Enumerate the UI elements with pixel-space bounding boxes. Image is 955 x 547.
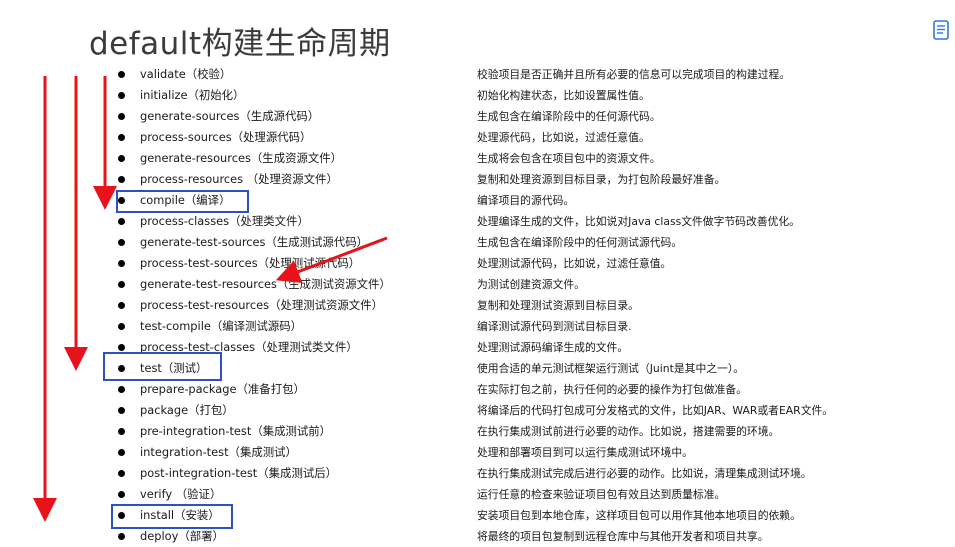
arrow-to-generate-test-resources [275, 236, 388, 283]
annotation-arrows [33, 76, 388, 522]
